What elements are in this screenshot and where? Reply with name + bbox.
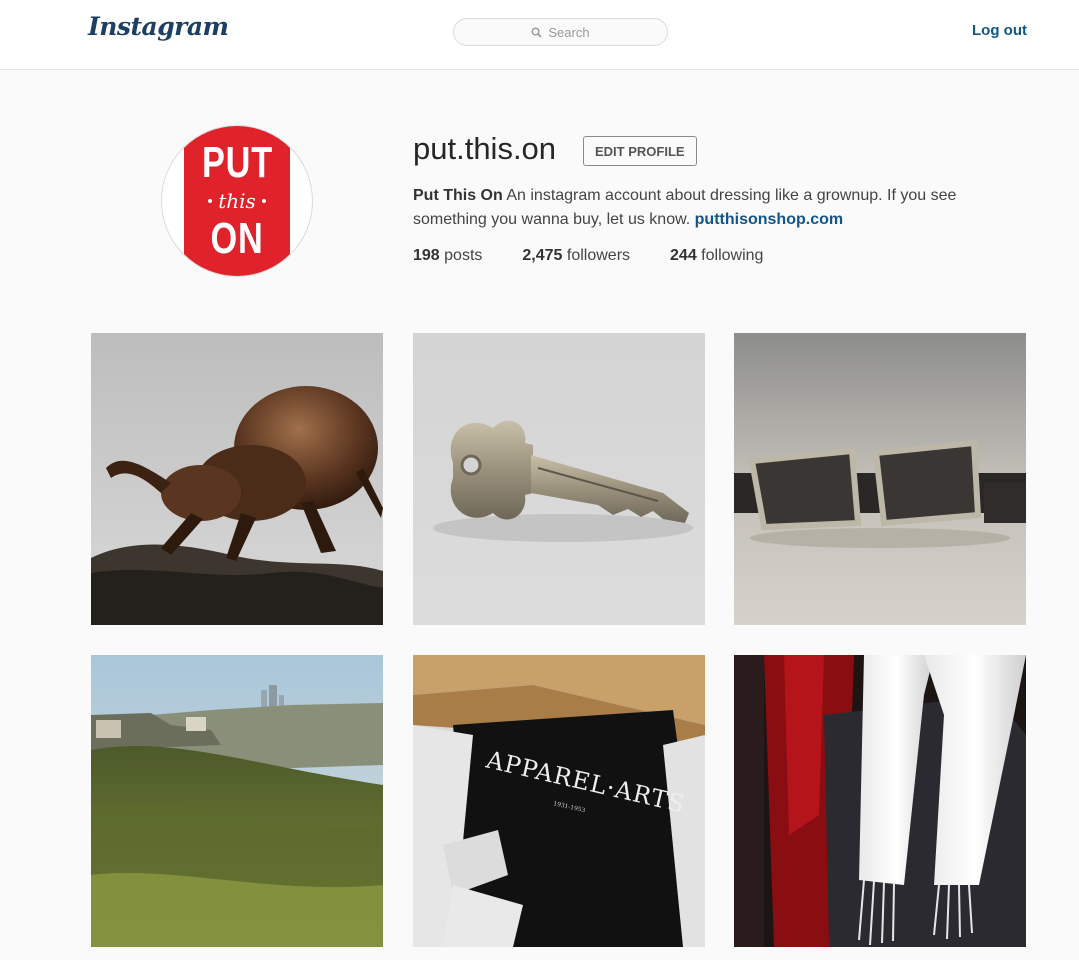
profile-avatar[interactable]: PUT this ON xyxy=(161,125,313,277)
search-icon xyxy=(531,27,542,38)
edit-profile-button[interactable]: EDIT PROFILE xyxy=(583,136,697,166)
avatar-text-this-row: this xyxy=(208,189,266,213)
search-placeholder: Search xyxy=(548,24,590,40)
profile-stats: 198 posts 2,475 followers 244 following xyxy=(413,247,803,265)
post-thumbnail-apparel-arts-book[interactable]: APPAREL·ARTS 1931-1953 xyxy=(413,655,705,947)
dot-icon xyxy=(208,199,213,203)
avatar-text-on: ON xyxy=(210,214,264,263)
profile-username: put.this.on xyxy=(413,131,557,166)
logout-link[interactable]: Log out xyxy=(972,22,1027,39)
posts-count: 198 posts xyxy=(413,247,483,264)
profile-bio: Put This On An instagram account about d… xyxy=(413,184,1003,232)
search-input[interactable]: Search xyxy=(453,18,668,46)
bio-website-link[interactable]: putthisonshop.com xyxy=(695,211,843,228)
followers-count[interactable]: 2,475 followers xyxy=(522,247,630,265)
dot-icon xyxy=(261,199,266,203)
avatar-text-this: this xyxy=(218,189,256,213)
post-thumbnail-scarf[interactable] xyxy=(734,655,1026,947)
top-nav-bar: Instagram Search Log out xyxy=(0,0,1079,70)
post-thumbnail-beetle[interactable] xyxy=(91,333,383,625)
bio-full-name: Put This On xyxy=(413,187,503,204)
put-this-on-logo: PUT this ON xyxy=(184,126,290,276)
post-thumbnail-hillside[interactable] xyxy=(91,655,383,947)
post-thumbnail-cufflinks[interactable] xyxy=(734,333,1026,625)
avatar-text-put: PUT xyxy=(201,138,273,187)
instagram-logo[interactable]: Instagram xyxy=(88,12,229,41)
following-count[interactable]: 244 following xyxy=(670,247,763,265)
post-thumbnail-key[interactable] xyxy=(413,333,705,625)
